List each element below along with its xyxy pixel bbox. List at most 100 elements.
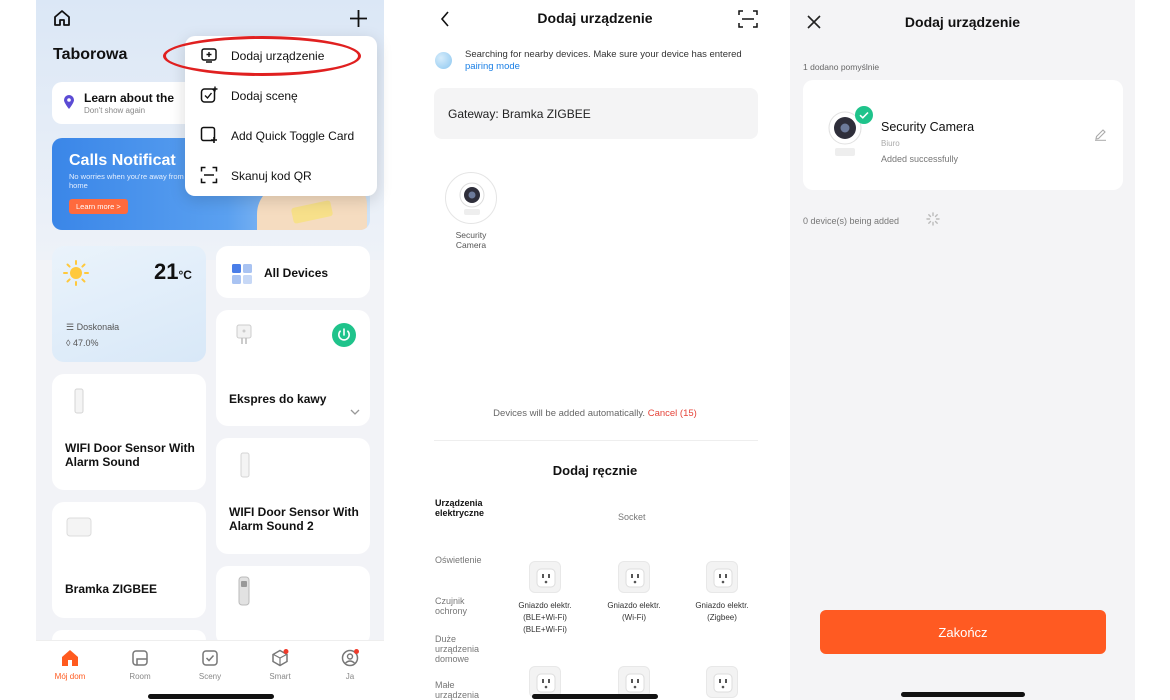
socket-name: Gniazdo elektr. (695, 601, 749, 610)
socket-wifi[interactable]: Gniazdo elektr. (Wi-Fi) (594, 561, 674, 624)
gateway-label: Gateway: Bramka ZIGBEE (448, 107, 591, 121)
remote-icon (238, 576, 250, 606)
search-status-text: Searching for nearby devices. Make sure … (465, 49, 755, 73)
category-electrical[interactable]: Urządzenia elektryczne (435, 498, 495, 518)
scenes-tab-icon (202, 650, 218, 666)
device-room: Biuro (881, 139, 900, 148)
category-security-sensor[interactable]: Czujnik ochrony (435, 596, 495, 616)
device-tile-remote[interactable] (216, 566, 370, 646)
all-devices-tile[interactable]: All Devices (216, 246, 370, 298)
tab-label: Ja (345, 672, 355, 681)
tab-label: Room (129, 672, 151, 681)
socket-label: Gniazdo elektr. (Zigbee) (682, 600, 762, 624)
socket-more-3[interactable] (682, 666, 762, 698)
learn-more-button[interactable]: Learn more > (69, 199, 128, 214)
home-title[interactable]: Taborowa (53, 46, 127, 64)
menu-label: Skanuj kod QR (231, 169, 312, 183)
socket-icon-box (706, 666, 738, 698)
device-added-screen: Dodaj urządzenie 1 dodano pomyślnie Secu… (790, 0, 1135, 700)
tab-label: Sceny (198, 672, 222, 681)
all-devices-label: All Devices (264, 266, 329, 280)
add-scene-icon (200, 86, 218, 103)
socket-name: Gniazdo elektr. (518, 601, 572, 610)
security-camera-icon (459, 182, 485, 215)
socket-icon (625, 673, 645, 693)
auto-add-text: Devices will be added automatically. Can… (410, 408, 780, 419)
socket-icon (625, 568, 645, 588)
found-device-label: Security Camera (455, 230, 487, 250)
device-tile-door-sensor-2[interactable]: WIFI Door Sensor With Alarm Sound 2 (216, 438, 370, 554)
gateway-hub-icon (66, 517, 92, 537)
category-large-appliances[interactable]: Duże urządzenia domowe (435, 634, 495, 664)
manual-section-title: Dodaj ręcznie (552, 463, 638, 478)
plus-icon[interactable] (349, 9, 368, 28)
device-name: WIFI Door Sensor With Alarm Sound (65, 441, 195, 469)
home-icon[interactable] (53, 9, 71, 27)
socket-icon-box (618, 561, 650, 593)
menu-label: Add Quick Toggle Card (231, 129, 355, 143)
scan-icon[interactable] (738, 10, 758, 28)
check-icon (859, 111, 869, 119)
cancel-button[interactable]: Cancel (15) (648, 408, 697, 419)
home-indicator (532, 694, 658, 699)
door-sensor-icon (240, 452, 250, 478)
finish-button[interactable]: Zakończ (820, 610, 1106, 654)
being-added-text: 0 device(s) being added (803, 216, 900, 226)
tab-profile[interactable]: Ja (320, 649, 380, 681)
scan-qr-icon (200, 166, 218, 184)
tab-smart[interactable]: Smart (250, 649, 310, 681)
loading-spinner-icon (926, 212, 940, 226)
grid-icon (232, 264, 252, 284)
location-pin-icon (64, 95, 74, 109)
tab-room[interactable]: Room (110, 649, 170, 681)
smart-plug-icon (236, 324, 252, 344)
tab-scenes[interactable]: Sceny (180, 649, 240, 681)
humidity-value: 47.0% (72, 338, 99, 348)
device-tile-gateway[interactable]: Bramka ZIGBEE (52, 502, 206, 618)
dont-show-again-link[interactable]: Don't show again (84, 106, 145, 115)
humidity: ◊ 47.0% (66, 338, 99, 348)
chevron-down-icon[interactable] (350, 408, 360, 416)
add-card-icon (200, 126, 217, 143)
category-lighting[interactable]: Oświetlenie (435, 555, 495, 565)
search-status: Searching for nearby devices. Make sure … (465, 49, 742, 60)
smart-tab-icon (272, 649, 289, 667)
power-toggle-button[interactable] (332, 323, 356, 347)
home-indicator (148, 694, 274, 699)
device-name: Security Camera (881, 120, 975, 134)
door-sensor-icon (74, 388, 84, 414)
menu-item-quick-toggle[interactable]: Add Quick Toggle Card (185, 116, 377, 156)
temperature: 21°C (154, 259, 192, 285)
tab-label: Mój dom (54, 672, 86, 681)
pairing-mode-link[interactable]: pairing mode (465, 61, 520, 72)
device-tile-door-sensor[interactable]: WIFI Door Sensor With Alarm Sound (52, 374, 206, 490)
tab-home[interactable]: Mój dom (40, 649, 100, 681)
banner-subtitle: No worries when you're away from home (69, 172, 184, 190)
category-small-appliances[interactable]: Małe urządzenia (435, 680, 495, 700)
room-tab-icon (132, 650, 148, 666)
socket-icon (536, 673, 556, 693)
gateway-selector[interactable]: Gateway: Bramka ZIGBEE (434, 88, 758, 139)
page-title: Dodaj urządzenie (904, 14, 1021, 30)
highlight-annotation (163, 36, 361, 76)
socket-ble-wifi[interactable]: Gniazdo elektr. (BLE+Wi-Fi) (BLE+Wi-Fi) (505, 561, 585, 636)
edit-icon[interactable] (1094, 128, 1107, 141)
home-tab-icon (62, 650, 78, 666)
socket-heading: Socket (618, 512, 646, 522)
socket-name: Gniazdo elektr. (607, 601, 661, 610)
added-device-card[interactable]: Security Camera Biuro Added successfully (803, 80, 1123, 190)
menu-item-add-scene[interactable]: Dodaj scenę (185, 76, 377, 116)
device-icon-circle (445, 172, 497, 224)
found-device[interactable]: Security Camera (444, 172, 498, 250)
socket-zigbee[interactable]: Gniazdo elektr. (Zigbee) (682, 561, 762, 624)
device-name: WIFI Door Sensor With Alarm Sound 2 (229, 505, 359, 533)
auto-add-message: Devices will be added automatically. (493, 408, 646, 419)
device-tile-ekspres[interactable]: Ekspres do kawy (216, 310, 370, 426)
socket-icon (713, 568, 733, 588)
menu-item-scan-qr[interactable]: Skanuj kod QR (185, 156, 377, 196)
learn-title: Learn about the (84, 91, 175, 105)
added-count: 1 dodano pomyślnie (803, 62, 880, 72)
weather-tile[interactable]: 21°C ☰ Doskonała ◊ 47.0% (52, 246, 206, 362)
temperature-value: 21 (154, 259, 179, 284)
tab-label: Smart (269, 672, 291, 681)
